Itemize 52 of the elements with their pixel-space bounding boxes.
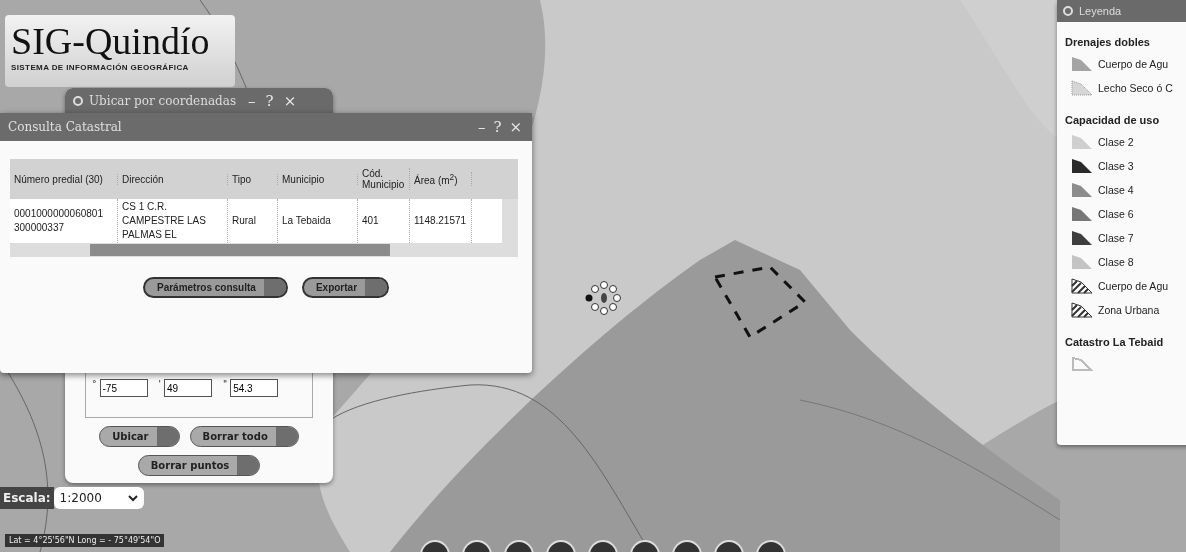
input-field[interactable]: 54.3 (230, 379, 279, 397)
column-header[interactable]: Número predial (30) (10, 173, 118, 185)
legend-label: Zona Urbana (1098, 304, 1160, 316)
column-header[interactable]: Dirección (118, 173, 228, 185)
legend-group-title: Catastro La Tebaid (1065, 336, 1165, 348)
action-button[interactable]: Borrar todo (189, 426, 299, 447)
column-header[interactable]: Municipio (278, 173, 358, 185)
window-control[interactable]: × (507, 118, 524, 136)
legend-header[interactable]: Leyenda (1057, 0, 1186, 22)
action-button[interactable]: Ubicar (99, 426, 180, 447)
legend-icon (1063, 6, 1073, 16)
vertical-scrollbar[interactable] (502, 199, 518, 243)
window-control[interactable]: – (475, 118, 488, 136)
window-title: Ubicar por coordenadas (89, 94, 237, 108)
window-icon (73, 96, 83, 106)
window-control[interactable]: – (246, 92, 258, 110)
scale-select[interactable]: 1:2000 (53, 487, 144, 509)
unit-label: ' (158, 379, 161, 389)
legend-label: Cuerpo de Agu (1098, 280, 1169, 292)
legend-label: Clase 6 (1098, 208, 1134, 220)
legend-label: Clase 7 (1098, 232, 1134, 244)
legend-label: Clase 3 (1098, 160, 1134, 172)
column-header[interactable]: Área (m$^{2}$) (410, 171, 472, 187)
scale-label: Escala: (0, 487, 54, 509)
window-control[interactable]: ? (263, 92, 276, 110)
window-control[interactable]: × (281, 92, 299, 110)
legend-group-title: Capacidad de uso (1065, 114, 1161, 126)
action-button[interactable]: Exportar (301, 277, 390, 298)
unit-label: ° (92, 379, 97, 389)
legend-label: Clase 8 (1098, 256, 1134, 268)
column-header[interactable]: Cód. Municipio (358, 168, 410, 190)
action-button[interactable]: Borrar puntos (137, 455, 261, 476)
unit-label: " (223, 379, 228, 389)
legend-label: Clase 4 (1098, 184, 1134, 196)
input-field[interactable]: 49 (164, 379, 212, 397)
legend-group-title: Drenajes dobles (1065, 36, 1151, 48)
column-header[interactable]: Tipo (228, 173, 278, 185)
window-titlebar[interactable]: Ubicar por coordenadas – ? × (65, 88, 333, 114)
logo-subtitle: SISTEMA DE INFORMACIÓN GEOGRÁFICA (11, 63, 190, 72)
input-field[interactable]: -75 (99, 379, 148, 397)
legend-label: Clase 2 (1098, 136, 1134, 148)
horizontal-scrollbar[interactable] (10, 243, 518, 257)
logo-title: SIG-Quindío (11, 19, 211, 63)
legend-title: Leyenda (1079, 5, 1122, 17)
legend-label: Lecho Seco ó C (1098, 82, 1173, 94)
coordinates-readout: Lat = 4°25'56"N Long = - 75°49'54"O (5, 534, 165, 547)
legend-label: Cuerpo de Agu (1098, 58, 1169, 70)
window-title: Consulta Catastral (8, 120, 122, 134)
window-titlebar[interactable]: Consulta Catastral – ? × (0, 113, 532, 141)
window-control[interactable]: ? (491, 118, 504, 136)
chevron-down-icon (127, 494, 138, 502)
action-button[interactable]: Parámetros consulta (142, 277, 288, 298)
